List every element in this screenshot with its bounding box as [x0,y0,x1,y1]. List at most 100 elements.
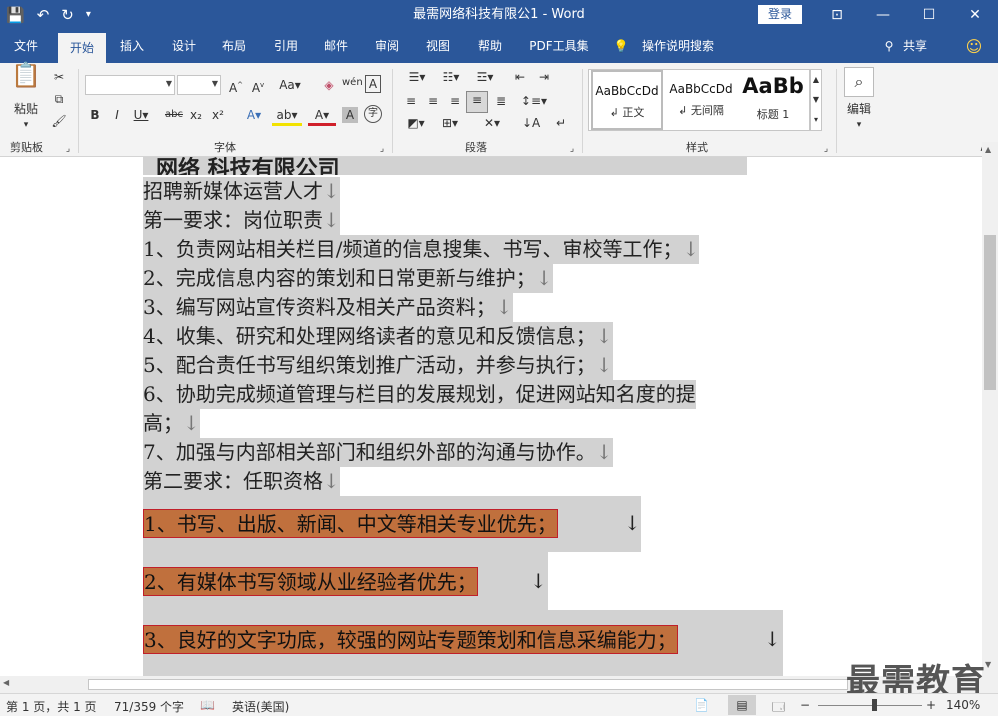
font-name-combo[interactable]: ▼ [85,75,175,95]
editing-button[interactable]: 编辑 [840,101,878,117]
superscript-icon[interactable]: x² [210,107,226,123]
divider [392,69,393,153]
editing-dropdown-icon[interactable]: ▾ [852,117,866,133]
close-icon[interactable]: ✕ [952,0,998,30]
tab-home[interactable]: 开始 [58,33,106,63]
zoom-slider-handle[interactable] [872,699,877,711]
line-text: 高； [143,411,183,435]
paragraph-group-label: 段落 [465,141,487,154]
tab-insert[interactable]: 插入 [112,30,152,63]
web-layout-icon[interactable]: 🗔 [772,698,785,716]
zoom-level[interactable]: 140% [946,698,980,712]
zoom-out-icon[interactable]: − [800,698,810,712]
copy-icon[interactable]: ⧉ [50,91,68,107]
sort-icon[interactable]: ↓A [522,115,540,131]
styles-launcher-icon[interactable]: ⌟ [820,141,832,157]
multilevel-list-icon[interactable]: ☲▾ [470,69,500,85]
show-marks-icon[interactable]: ↵ [552,115,570,131]
share-button[interactable]: 共享 [898,30,932,63]
smiley-icon[interactable]: ☺ [962,30,986,63]
tab-help[interactable]: 帮助 [470,30,510,63]
paste-dropdown-icon[interactable]: ▾ [18,117,34,133]
increase-indent-icon[interactable]: ⇥ [534,69,554,85]
numbering-icon[interactable]: ☷▾ [436,69,466,85]
doc-line: 7、加强与内部相关部门和组织外部的沟通与协作。↓ [143,438,613,467]
ribbon-display-icon[interactable]: ⊡ [814,0,860,30]
bold-icon[interactable]: B [88,107,102,123]
style-normal[interactable]: AaBbCcDd ↲ 正文 [591,70,663,130]
line-text: 4、收集、研究和处理网络读者的意见和反馈信息； [143,324,596,348]
enclose-characters-icon[interactable]: 字 [364,105,382,123]
line-spacing-icon[interactable]: ↕≡▾ [520,93,548,109]
italic-icon[interactable]: I [110,107,124,123]
justify-icon[interactable]: ≡ [466,91,488,113]
clear-formatting-icon[interactable]: ◈ [320,77,338,93]
scroll-thumb[interactable] [984,235,996,390]
tab-mailings[interactable]: 邮件 [316,30,356,63]
style-no-spacing[interactable]: AaBbCcDd ↲ 无间隔 [665,70,737,130]
vertical-scrollbar[interactable]: ▲ ▼ [982,142,998,676]
tab-references[interactable]: 引用 [266,30,306,63]
read-mode-icon[interactable]: 📄 [694,698,709,712]
styles-scroll-icon[interactable]: ▲ ▼ ▾ [810,69,822,131]
word-count[interactable]: 71/359 个字 [114,698,184,715]
hscroll-thumb[interactable] [88,679,848,690]
page-count[interactable]: 第 1 页，共 1 页 [6,698,97,715]
decrease-indent-icon[interactable]: ⇤ [510,69,530,85]
character-shading-icon[interactable]: A [342,107,358,123]
paragraph-mark: ↓ [323,208,340,232]
grow-font-icon[interactable]: A^ [228,77,244,96]
chevron-down-icon: ▼ [211,79,218,88]
tab-layout[interactable]: 布局 [214,30,254,63]
change-case-icon[interactable]: Aa▾ [278,77,302,93]
maximize-icon[interactable]: ☐ [906,0,952,30]
strikethrough-icon[interactable]: abc [164,107,184,123]
borders-icon[interactable]: ⊞▾ [436,115,464,131]
align-right-icon[interactable]: ≡ [446,93,464,109]
find-icon[interactable]: ⌕ [844,67,874,97]
highlight-color-icon[interactable]: ab▾ [272,107,302,126]
phonetic-guide-icon[interactable]: wén [342,75,363,91]
chinese-layout-icon[interactable]: ✕▾ [478,115,506,131]
tell-me-search[interactable]: 操作说明搜索 [636,30,720,63]
doc-line: 6、协助完成频道管理与栏目的发展规划，促进网站知名度的提 [143,380,696,409]
login-button[interactable]: 登录 [758,5,802,24]
print-layout-icon[interactable]: ▤ [728,695,756,715]
paragraph-mark: ↓ [535,266,553,290]
proofing-icon[interactable]: 📖 [200,698,215,712]
styles-gallery: AaBbCcDd ↲ 正文 AaBbCcDd ↲ 无间隔 AaBb 标题 1 [588,69,810,131]
minimize-icon[interactable]: — [860,0,906,30]
scroll-left-icon[interactable]: ◀ [3,678,9,687]
clipboard-launcher-icon[interactable]: ⌟ [62,141,74,157]
zoom-slider[interactable] [818,705,922,706]
paragraph-launcher-icon[interactable]: ⌟ [566,141,578,157]
paragraph-mark: ↓ [530,569,547,593]
cut-icon[interactable]: ✂ [50,69,68,85]
align-left-icon[interactable]: ≡ [402,93,420,109]
underline-icon[interactable]: U▾ [130,107,152,123]
align-center-icon[interactable]: ≡ [424,93,442,109]
tab-view[interactable]: 视图 [418,30,458,63]
paste-icon[interactable]: 📋 [8,63,44,97]
scroll-up-icon[interactable]: ▲ [985,145,991,154]
format-painter-icon[interactable]: 🖌 [50,113,68,129]
language-status[interactable]: 英语(美国) [232,698,289,715]
shrink-font-icon[interactable]: Av [250,77,266,96]
tab-design[interactable]: 设计 [164,30,204,63]
tab-pdf-tools[interactable]: PDF工具集 [523,30,595,63]
subscript-icon[interactable]: x₂ [188,107,204,123]
shading-icon[interactable]: ◩▾ [402,115,430,131]
font-color-icon[interactable]: A▾ [308,107,336,126]
tab-file[interactable]: 文件 [6,30,46,63]
font-size-combo[interactable]: ▼ [177,75,221,95]
document-page[interactable]: 网络 科技有限公司 招聘新媒体运营人才↓ 第一要求：岗位职责↓ 1、负责网站相关… [0,157,982,676]
tab-review[interactable]: 审阅 [367,30,407,63]
style-heading-1[interactable]: AaBb 标题 1 [737,70,809,130]
font-launcher-icon[interactable]: ⌟ [376,141,388,157]
distributed-icon[interactable]: ≣ [492,93,510,109]
zoom-in-icon[interactable]: + [926,698,936,712]
text-effects-icon[interactable]: A▾ [240,107,268,123]
character-border-icon[interactable]: A [365,75,381,93]
bullets-icon[interactable]: ☰▾ [402,69,432,85]
paste-button[interactable]: 粘贴 [8,101,44,117]
